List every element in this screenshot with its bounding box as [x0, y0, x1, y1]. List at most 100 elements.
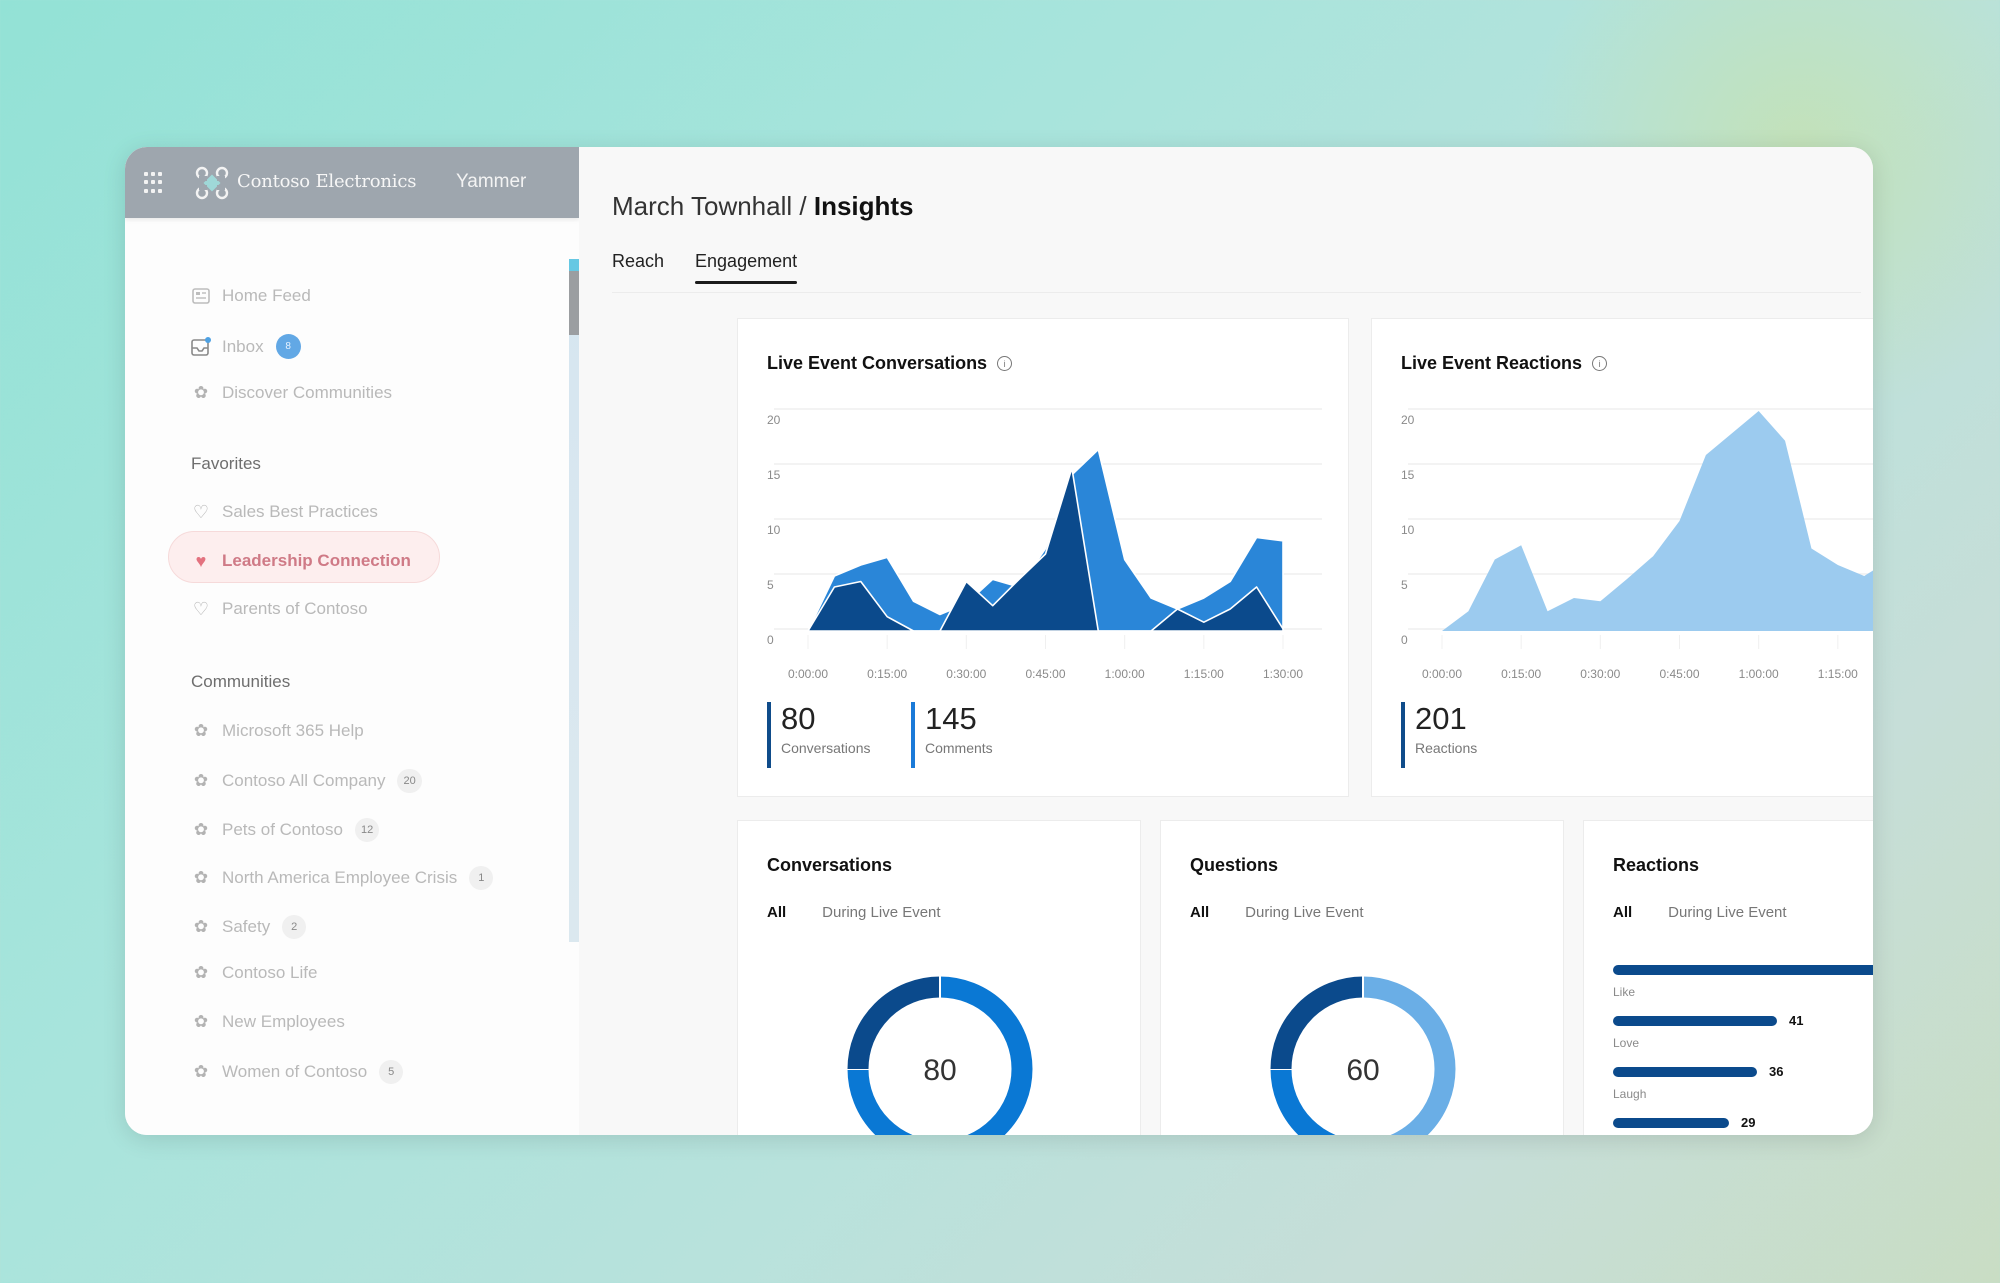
conversations-area-chart: 0 5 10 15 20 0:00:00 0:15:00 0:30:00 0:45:00 1:00…: [767, 408, 1322, 681]
reaction-bar: [1613, 1015, 1777, 1026]
top-bar: Contoso Electronics Yammer: [125, 147, 579, 218]
filter-during-live-event[interactable]: During Live Event: [1668, 904, 1786, 921]
reaction-bar-row: 29: [1613, 1114, 1755, 1135]
reaction-bar-row: 76Like: [1613, 961, 1873, 999]
reactions-area-chart: 0 5 10 15 20 0:00:00 0:15:00 0:30:00 0:45:00 1:00…: [1401, 408, 1873, 681]
filter-all[interactable]: All: [1613, 904, 1632, 921]
x-tick-label: 0:15:00: [1501, 667, 1541, 681]
card-title: Reactions: [1613, 855, 1700, 875]
x-tick-label: 0:15:00: [867, 667, 907, 681]
scrollbar-thumb[interactable]: [569, 271, 579, 335]
x-tick-label: 0:30:00: [1580, 667, 1620, 681]
sidebar-item-sales-best-practices[interactable]: ♡ Sales Best Practices: [191, 502, 378, 522]
sidebar-item-inbox[interactable]: Inbox 8: [191, 334, 301, 359]
stat-value: 80: [781, 701, 816, 736]
x-tick-label: 1:00:00: [1105, 667, 1145, 681]
conversations-donut-card: Conversations All During Live Event 80: [737, 820, 1141, 1135]
x-tick-label: 0:30:00: [946, 667, 986, 681]
tab-engagement[interactable]: Engagement: [695, 251, 798, 284]
sidebar-item-label: Women of Contoso: [222, 1062, 368, 1081]
sidebar-item-label: Discover Communities: [222, 383, 393, 402]
reaction-bar-label: Love: [1613, 1036, 1640, 1050]
main-content: March Townhall / Insights Reach Engageme…: [579, 147, 1873, 1135]
contoso-logo-icon: [195, 166, 229, 200]
x-tick-label: 1:15:00: [1818, 667, 1858, 681]
sidebar: Contoso Electronics Yammer Home Feed Inb…: [125, 147, 579, 1135]
live-event-conversations-card: Live Event Conversations i 0 5 10 15 20 0:00:…: [737, 318, 1349, 797]
tab-divider: [612, 292, 1861, 293]
x-tick-label: 1:30:00: [1263, 667, 1303, 681]
sidebar-item-discover-communities[interactable]: ✿ Discover Communities: [191, 383, 392, 403]
reaction-bar: [1613, 1117, 1729, 1128]
y-tick-label: 0: [1401, 633, 1408, 647]
unread-count: 12: [354, 818, 380, 842]
sidebar-item-community[interactable]: ✿ Safety 2: [191, 915, 307, 939]
community-icon: ✿: [193, 1012, 209, 1031]
donut-center-value: 60: [1346, 1054, 1379, 1087]
unread-count: 1: [469, 866, 494, 890]
sidebar-item-label: Sales Best Practices: [222, 502, 378, 521]
tab-bar: Reach Engagement: [612, 251, 798, 284]
reaction-bar-label: Laugh: [1613, 1087, 1647, 1101]
sidebar-item-label: Pets of Contoso: [222, 820, 343, 839]
sidebar-item-community[interactable]: ✿ Pets of Contoso 12: [191, 818, 380, 842]
sidebar-item-community[interactable]: ✿ Microsoft 365 Help: [191, 721, 364, 741]
reaction-bar-value: 36: [1769, 1064, 1784, 1080]
reaction-bar-row: 41 Love: [1613, 1012, 1803, 1050]
breadcrumb-parent[interactable]: March Townhall: [612, 191, 792, 221]
y-tick-label: 5: [1401, 578, 1408, 592]
reaction-bar: [1613, 1066, 1757, 1077]
sidebar-item-label: Contoso Life: [222, 963, 318, 982]
reaction-bar: [1613, 964, 1873, 975]
reaction-bar-row: 36 Laugh: [1613, 1063, 1783, 1101]
sidebar-item-leadership-connection[interactable]: ♥ Leadership Connection: [191, 551, 411, 571]
heart-outline-icon: ♡: [192, 598, 210, 619]
communities-icon: ✿: [193, 383, 209, 402]
sidebar-item-label: Microsoft 365 Help: [222, 721, 364, 740]
donut-center-value: 80: [923, 1054, 956, 1087]
y-tick-label: 10: [767, 523, 781, 537]
app-name[interactable]: Yammer: [456, 171, 526, 193]
page-title: March Townhall / Insights: [612, 191, 914, 222]
sidebar-item-community[interactable]: ✿ Contoso All Company 20: [191, 769, 422, 793]
inbox-badge: 8: [275, 334, 301, 359]
sidebar-scrollbar[interactable]: [569, 259, 579, 942]
x-tick-label: 0:45:00: [1659, 667, 1699, 681]
community-icon: ✿: [193, 1062, 209, 1081]
sidebar-item-label: Safety: [222, 917, 271, 936]
sidebar-item-community[interactable]: ✿ Contoso Life: [191, 963, 318, 983]
live-event-reactions-card: Live Event Reactions i 0 5 10 15 20 0:00:00 0:…: [1371, 318, 1873, 797]
y-tick-label: 20: [1401, 413, 1415, 427]
sidebar-item-community[interactable]: ✿ North America Employee Crisis 1: [191, 866, 494, 890]
sidebar-item-parents-of-contoso[interactable]: ♡ Parents of Contoso: [191, 599, 368, 619]
community-icon: ✿: [193, 917, 209, 936]
tab-reach[interactable]: Reach: [612, 251, 664, 284]
sidebar-item-home-feed[interactable]: Home Feed: [191, 286, 311, 306]
stat-label: Reactions: [1415, 740, 1478, 756]
y-tick-label: 10: [1401, 523, 1415, 537]
reaction-bar-value: 29: [1741, 1115, 1756, 1131]
unread-count: 2: [282, 915, 307, 939]
sidebar-item-label: Contoso All Company: [222, 771, 386, 790]
app-launcher-icon[interactable]: [144, 172, 166, 194]
brand-name[interactable]: Contoso Electronics: [237, 171, 416, 192]
reaction-bar-label: Like: [1613, 985, 1636, 999]
community-icon: ✿: [193, 771, 209, 790]
community-icon: ✿: [193, 963, 209, 982]
sidebar-item-label: New Employees: [222, 1012, 345, 1031]
sidebar-item-label: Leadership Connection: [222, 551, 411, 570]
sidebar-item-label: Inbox: [222, 336, 264, 356]
filter-toggle: All During Live Event: [1613, 904, 1787, 921]
scrollbar-accent: [569, 259, 579, 271]
sidebar-item-label: North America Employee Crisis: [222, 868, 458, 887]
y-tick-label: 0: [767, 633, 774, 647]
home-feed-icon: [191, 286, 211, 306]
heart-outline-icon: ♡: [192, 501, 210, 522]
y-tick-label: 15: [767, 468, 781, 482]
x-tick-label: 1:15:00: [1184, 667, 1224, 681]
sidebar-item-community[interactable]: ✿ New Employees: [191, 1012, 345, 1032]
breadcrumb-separator: /: [792, 191, 814, 221]
sidebar-item-community[interactable]: ✿ Women of Contoso 5: [191, 1060, 404, 1084]
y-tick-label: 20: [767, 413, 781, 427]
stat-conversations: 80 Conversations: [767, 702, 871, 768]
